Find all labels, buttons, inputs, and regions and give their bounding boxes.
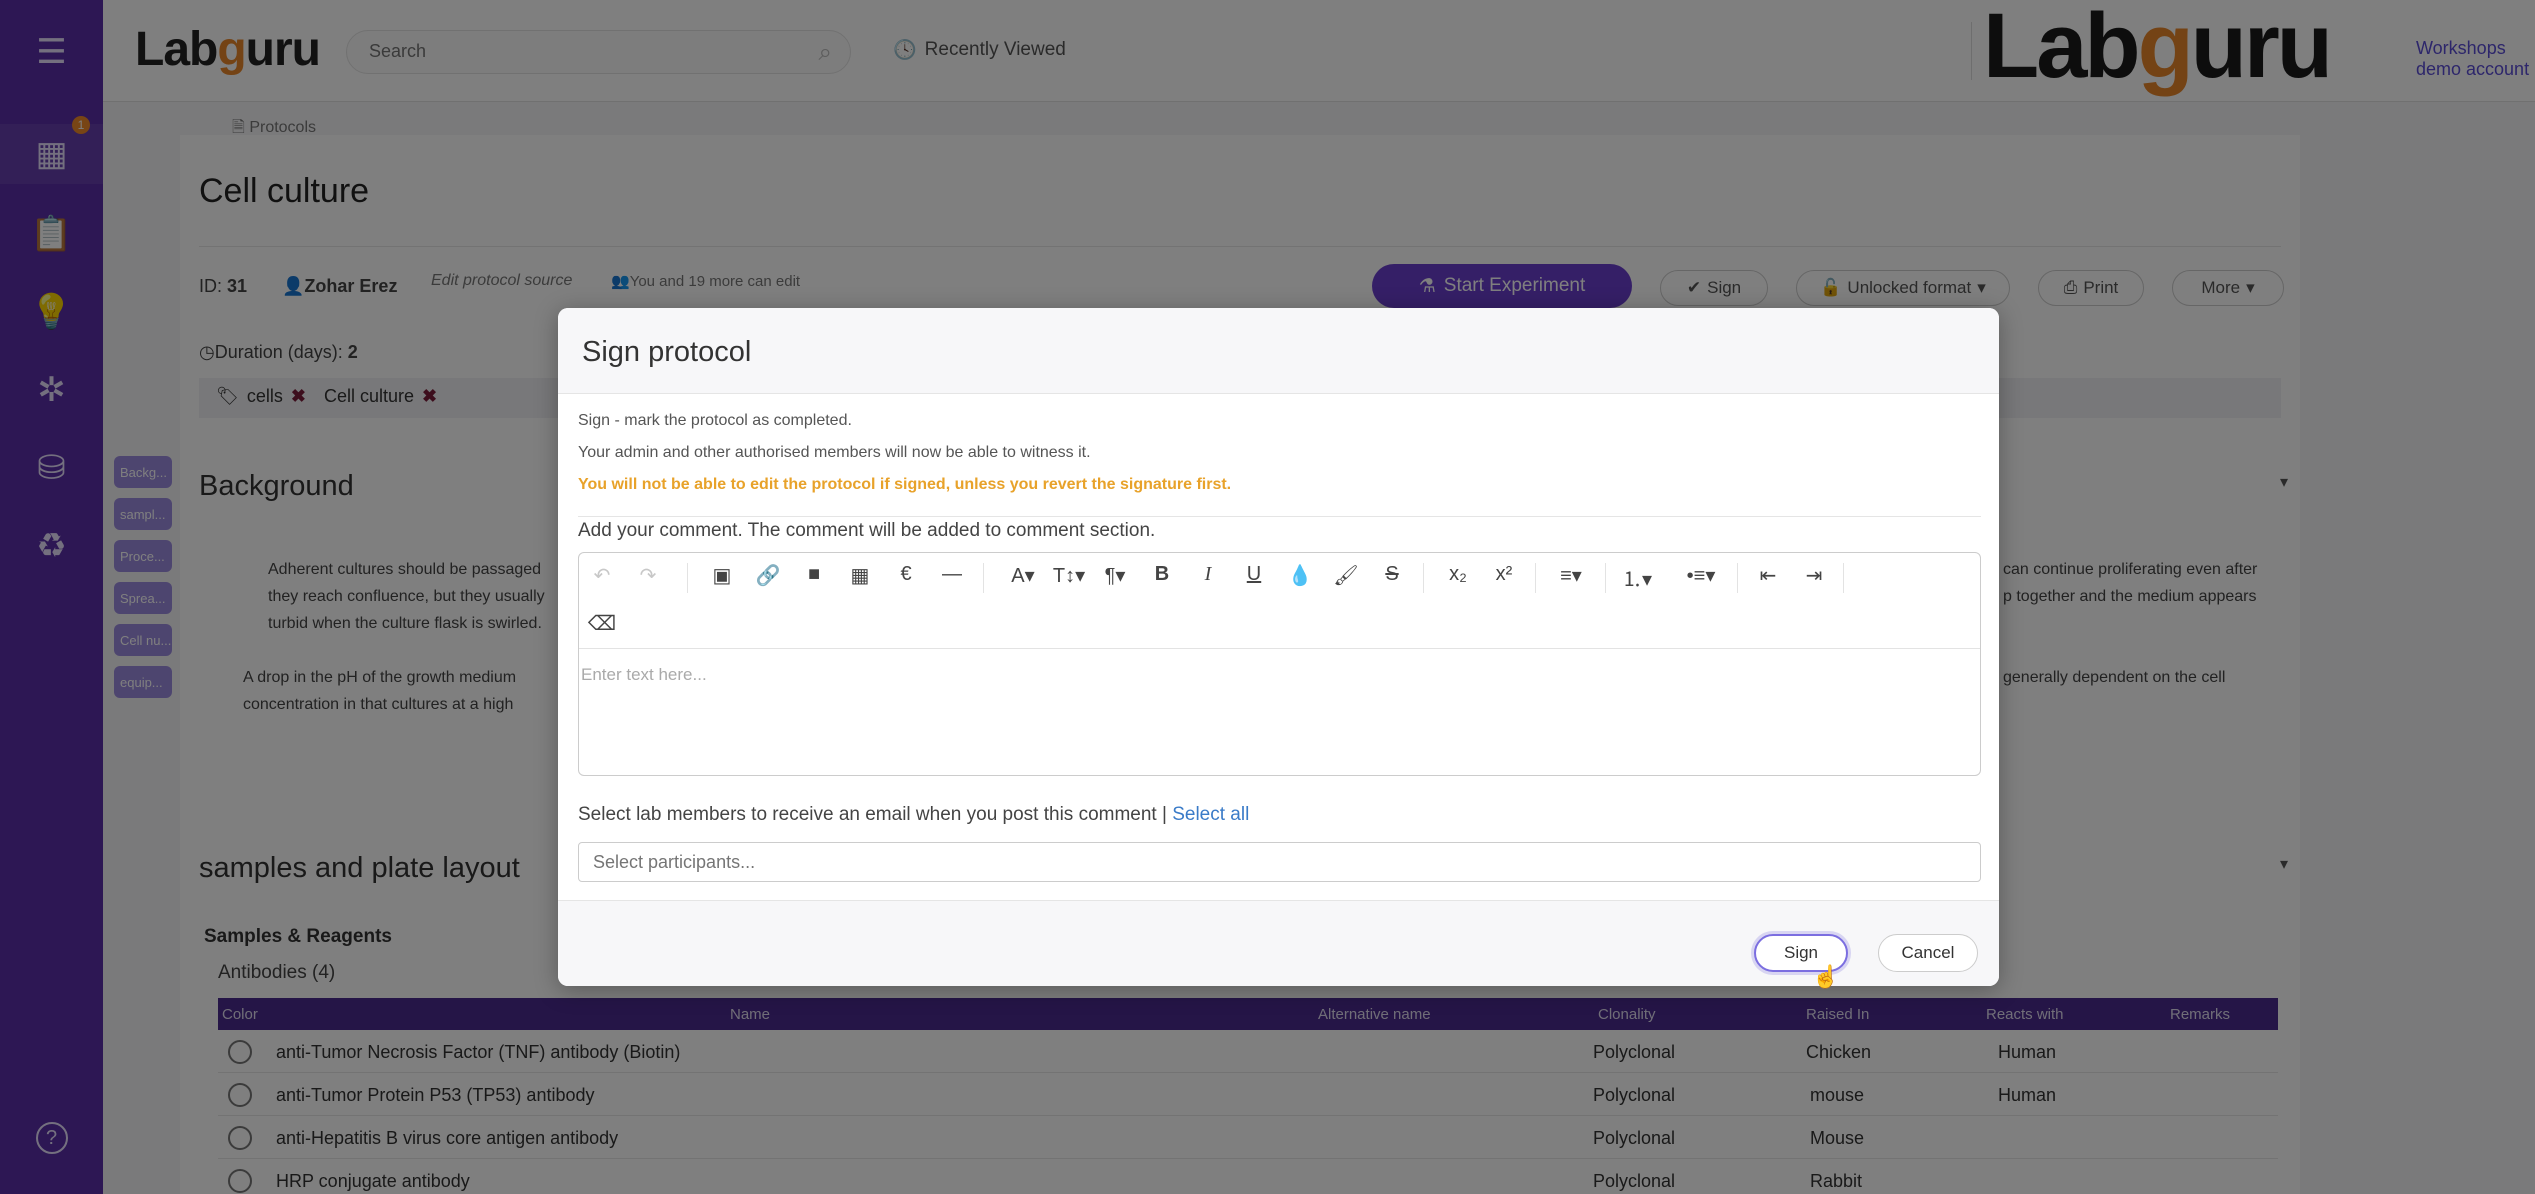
- table-icon[interactable]: ▦: [845, 563, 875, 588]
- video-icon[interactable]: ■: [799, 563, 829, 586]
- toolbar-separator: [1843, 563, 1844, 593]
- align-icon[interactable]: ≡▾: [1551, 563, 1591, 588]
- superscript-icon[interactable]: x²: [1489, 563, 1519, 586]
- toolbar-separator: [687, 563, 688, 593]
- toolbar-separator: [983, 563, 984, 593]
- comment-label: Add your comment. The comment will be ad…: [578, 520, 1156, 541]
- outdent-icon[interactable]: ⇤: [1753, 563, 1783, 588]
- strikethrough-icon[interactable]: S: [1377, 563, 1407, 586]
- subscript-icon[interactable]: x₂: [1443, 563, 1473, 586]
- insert-image-icon[interactable]: ▣: [707, 563, 737, 588]
- font-family-icon[interactable]: A▾: [1003, 563, 1043, 588]
- horizontal-rule-icon[interactable]: —: [937, 563, 967, 586]
- dialog-footer: Sign Cancel ☝: [558, 900, 1999, 989]
- comment-editor[interactable]: ↶ ↷ ▣ 🔗 ■ ▦ € — A▾ T↕▾ ¶▾ B I U 💧 🖌 S x₂…: [578, 552, 1981, 776]
- undo-icon[interactable]: ↶: [587, 563, 617, 588]
- paragraph-format-icon[interactable]: ¶▾: [1095, 563, 1135, 588]
- dialog-description: Your admin and other authorised members …: [578, 444, 1091, 461]
- pointer-cursor-icon: ☝: [1812, 964, 1840, 989]
- font-size-icon[interactable]: T↕▾: [1049, 563, 1089, 588]
- text-color-icon[interactable]: 💧: [1285, 563, 1315, 588]
- participants-input[interactable]: [593, 852, 1893, 873]
- dialog-description: Sign - mark the protocol as completed.: [578, 412, 852, 429]
- members-label-text: Select lab members to receive an email w…: [578, 804, 1167, 825]
- editor-placeholder: Enter text here...: [581, 665, 707, 684]
- dialog-title: Sign protocol: [582, 336, 752, 368]
- divider: [578, 516, 1981, 517]
- participants-select[interactable]: [578, 842, 1981, 882]
- sign-protocol-dialog: Sign protocol Sign - mark the protocol a…: [558, 308, 1999, 989]
- ordered-list-icon[interactable]: ⒈▾: [1617, 563, 1657, 592]
- toolbar-separator: [1737, 563, 1738, 593]
- toolbar-separator: [1535, 563, 1536, 593]
- dialog-header: Sign protocol: [558, 308, 1999, 394]
- brush-icon[interactable]: 🖌: [1331, 563, 1361, 588]
- italic-icon[interactable]: I: [1193, 563, 1223, 586]
- bold-icon[interactable]: B: [1147, 563, 1177, 586]
- underline-icon[interactable]: U: [1239, 563, 1269, 586]
- toolbar-separator: [1423, 563, 1424, 593]
- editor-toolbar: ↶ ↷ ▣ 🔗 ■ ▦ € — A▾ T↕▾ ¶▾ B I U 💧 🖌 S x₂…: [579, 553, 1980, 649]
- special-char-icon[interactable]: €: [891, 563, 921, 586]
- indent-icon[interactable]: ⇥: [1799, 563, 1829, 588]
- members-label: Select lab members to receive an email w…: [578, 804, 1249, 826]
- redo-icon[interactable]: ↷: [633, 563, 663, 588]
- toolbar-separator: [1605, 563, 1606, 593]
- unordered-list-icon[interactable]: •≡▾: [1681, 563, 1721, 588]
- cancel-button[interactable]: Cancel: [1878, 934, 1978, 972]
- clear-formatting-icon[interactable]: ⌫: [587, 611, 617, 636]
- select-all-link[interactable]: Select all: [1172, 804, 1249, 825]
- dialog-warning: You will not be able to edit the protoco…: [578, 476, 1232, 493]
- link-icon[interactable]: 🔗: [753, 563, 783, 588]
